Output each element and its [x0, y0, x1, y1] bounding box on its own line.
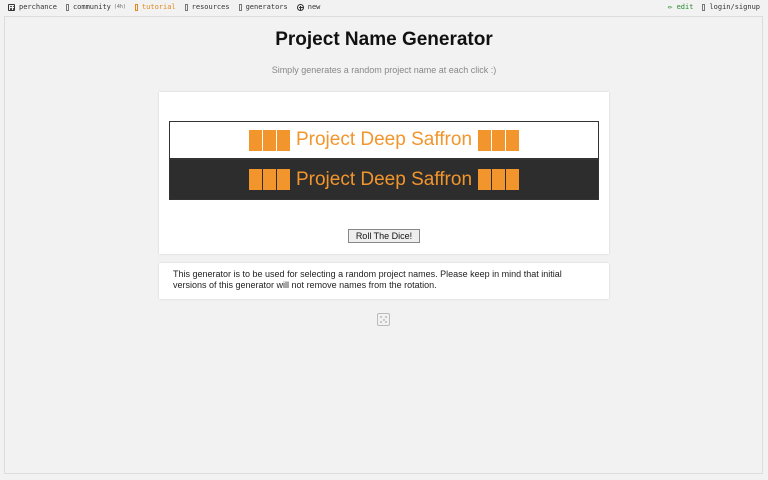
- result-light: Project Deep Saffron: [169, 121, 599, 159]
- tofu-block-right: [478, 169, 520, 190]
- nav-right: ✏ edit login/signup: [667, 2, 760, 12]
- nav-perchance-label: perchance: [19, 3, 57, 11]
- nav-left: perchance community (4h) tutorial resour…: [8, 3, 329, 11]
- pencil-icon: ✏: [667, 2, 673, 11]
- user-icon: [702, 3, 706, 11]
- tofu-block-left: [248, 129, 290, 151]
- nav-login-label: login/signup: [709, 3, 760, 11]
- nav-tutorial[interactable]: tutorial: [134, 3, 176, 11]
- resources-icon: [184, 3, 188, 11]
- nav-community[interactable]: community (4h): [65, 3, 126, 11]
- nav-edit-label: edit: [676, 3, 694, 11]
- result-name-light: Project Deep Saffron: [295, 129, 473, 150]
- tofu-block-left: [248, 169, 290, 190]
- tofu-block-right: [478, 129, 520, 151]
- info-box: This generator is to be used for selecti…: [159, 263, 609, 299]
- tutorial-icon: [134, 3, 138, 11]
- dice-icon[interactable]: [377, 313, 390, 326]
- nav-login[interactable]: login/signup: [702, 3, 760, 11]
- nav-perchance[interactable]: perchance: [8, 3, 57, 11]
- generators-icon: [238, 3, 242, 11]
- nav-community-badge: (4h): [113, 4, 126, 10]
- community-icon: [65, 3, 69, 11]
- nav-new[interactable]: new: [296, 3, 321, 11]
- roll-dice-button[interactable]: Roll The Dice!: [348, 229, 420, 243]
- nav-new-label: new: [307, 3, 321, 11]
- nav-tutorial-label: tutorial: [141, 3, 176, 11]
- nav-generators[interactable]: generators: [238, 3, 288, 11]
- nav-edit[interactable]: ✏ edit: [667, 2, 694, 12]
- result-name-dark: Project Deep Saffron: [295, 168, 473, 190]
- nav-community-label: community: [72, 3, 111, 11]
- nav-resources[interactable]: resources: [184, 3, 230, 11]
- nav-resources-label: resources: [191, 3, 230, 11]
- result-dark: Project Deep Saffron: [169, 159, 599, 200]
- plus-circle-icon: [296, 3, 304, 11]
- nav-generators-label: generators: [245, 3, 288, 11]
- dice-icon: [8, 3, 15, 11]
- page-subtitle: Simply generates a random project name a…: [271, 65, 497, 75]
- top-nav: perchance community (4h) tutorial resour…: [0, 0, 768, 16]
- page-title: Project Name Generator: [275, 29, 493, 50]
